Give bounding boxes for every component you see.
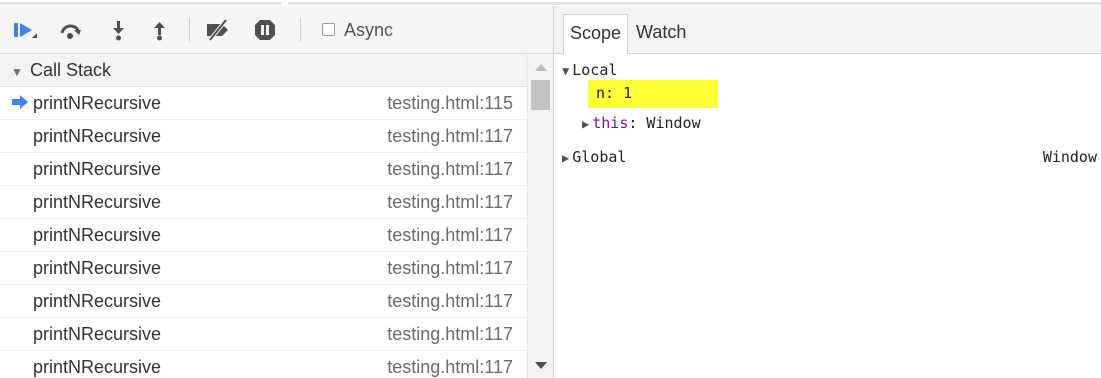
call-stack-frame[interactable]: printNRecursive testing.html:115 <box>0 87 527 120</box>
call-stack-scrollbar[interactable] <box>527 54 553 378</box>
frame-function: printNRecursive <box>33 258 162 278</box>
call-stack-frame[interactable]: printNRecursive testing.html:117 <box>0 318 527 351</box>
scroll-up-arrow-icon[interactable] <box>535 64 547 71</box>
frame-function: printNRecursive <box>33 126 162 146</box>
call-stack-frame[interactable]: printNRecursive testing.html:117 <box>0 285 527 318</box>
toolbar-separator <box>189 18 190 42</box>
frame-function: printNRecursive <box>33 192 162 212</box>
resume-button[interactable] <box>12 16 40 44</box>
call-stack-frame[interactable]: printNRecursive testing.html:117 <box>0 120 527 153</box>
scope-local[interactable]: ▼ Local <box>562 61 617 79</box>
key-value-separator: : <box>628 114 647 132</box>
scope-global[interactable]: ▶ Global <box>562 148 626 166</box>
call-stack-title: Call Stack <box>30 60 112 80</box>
top-border-left <box>0 2 282 5</box>
frame-location[interactable]: testing.html:115 <box>387 93 513 114</box>
scope-global-label: Global <box>572 148 627 166</box>
frame-location[interactable]: testing.html:117 <box>387 192 513 213</box>
step-into-button[interactable] <box>105 16 133 44</box>
frame-location[interactable]: testing.html:117 <box>387 126 513 147</box>
scope-variable[interactable]: n: 1 <box>596 84 632 102</box>
frame-function: printNRecursive <box>33 159 162 179</box>
call-stack-frame[interactable]: printNRecursive testing.html:117 <box>0 219 527 252</box>
tab-watch[interactable]: Watch <box>630 14 692 54</box>
scope-variable-this[interactable]: ▶ this: Window <box>582 114 701 132</box>
key-value-separator: : <box>605 84 624 102</box>
step-over-button[interactable] <box>57 16 85 44</box>
current-frame-arrow-icon <box>12 95 28 109</box>
frame-location[interactable]: testing.html:117 <box>387 225 513 246</box>
deactivate-breakpoints-button[interactable] <box>204 16 232 44</box>
frame-location[interactable]: testing.html:117 <box>387 291 513 312</box>
call-stack-frame[interactable]: printNRecursive testing.html:117 <box>0 252 527 285</box>
pause-on-exceptions-icon <box>255 20 275 40</box>
tab-scope[interactable]: Scope <box>563 14 629 54</box>
scope-local-label: Local <box>572 61 618 79</box>
variable-key: this <box>592 114 629 132</box>
debugger-left-pane: Async ▼ Call Stack printNRecursive testi… <box>0 6 553 378</box>
frame-function: printNRecursive <box>33 225 162 245</box>
frame-location[interactable]: testing.html:117 <box>387 258 513 279</box>
variable-key: n <box>596 84 606 102</box>
step-into-icon <box>113 21 124 41</box>
async-checkbox[interactable] <box>322 23 335 36</box>
frame-function: printNRecursive <box>33 93 162 113</box>
variable-value: Window <box>646 114 701 132</box>
collapsed-triangle-icon: ▶ <box>582 117 590 131</box>
call-stack-frame[interactable]: printNRecursive testing.html:117 <box>0 153 527 186</box>
frame-function: printNRecursive <box>33 324 162 344</box>
scroll-down-arrow-icon[interactable] <box>535 362 547 369</box>
deactivate-breakpoints-icon <box>207 18 228 42</box>
scrollbar-thumb[interactable] <box>531 80 550 110</box>
pause-on-exceptions-button[interactable] <box>251 16 279 44</box>
call-stack-frame[interactable]: printNRecursive testing.html:117 <box>0 186 527 219</box>
collapsed-triangle-icon: ▶ <box>562 151 570 165</box>
collapse-triangle-icon: ▼ <box>11 65 23 79</box>
step-out-button[interactable] <box>146 16 174 44</box>
call-stack-frame[interactable]: printNRecursive testing.html:117 <box>0 351 527 378</box>
scope-watch-tabs: Scope Watch <box>554 6 1101 54</box>
call-stack-list: printNRecursive testing.html:115 printNR… <box>0 87 527 378</box>
frame-location[interactable]: testing.html:117 <box>387 357 513 378</box>
toolbar-separator <box>300 18 301 42</box>
variable-value: 1 <box>623 84 633 102</box>
scope-global-value: Window <box>1042 148 1097 166</box>
debugger-toolbar: Async <box>0 6 553 54</box>
frame-location[interactable]: testing.html:117 <box>387 159 513 180</box>
expanded-triangle-icon: ▼ <box>562 64 570 78</box>
scope-pane: Scope Watch ▼ Local n: 1 ▶ this: Window ▶ G… <box>553 6 1101 378</box>
frame-location[interactable]: testing.html:117 <box>387 324 513 345</box>
step-out-icon <box>154 22 165 41</box>
top-border-right <box>288 2 1101 5</box>
frame-function: printNRecursive <box>33 357 162 377</box>
frame-function: printNRecursive <box>33 291 162 311</box>
resume-icon <box>14 23 37 38</box>
step-over-icon <box>60 24 81 39</box>
call-stack-header[interactable]: ▼ Call Stack <box>0 54 527 87</box>
async-label: Async <box>344 20 394 40</box>
